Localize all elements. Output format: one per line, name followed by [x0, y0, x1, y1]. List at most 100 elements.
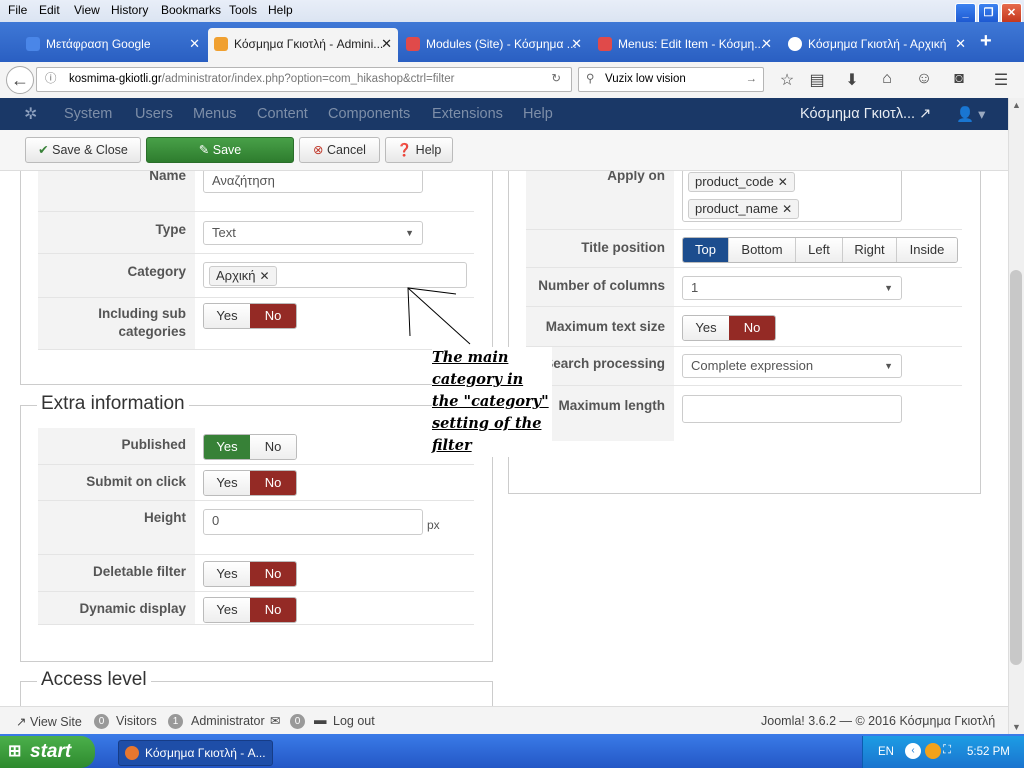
no-option[interactable]: No: [250, 304, 296, 328]
taskbar-item-firefox[interactable]: Κόσμημα Γκιοτλή - A...: [118, 740, 273, 766]
search-processing-select[interactable]: Complete expression ▼: [682, 354, 902, 378]
yes-option[interactable]: Yes: [204, 435, 250, 459]
no-option[interactable]: No: [250, 562, 296, 586]
maximize-icon[interactable]: ❐: [978, 3, 999, 24]
tab-admin[interactable]: Κόσμημα Γκιοτλή - Admini... ✕: [208, 28, 398, 62]
nav-system[interactable]: System: [64, 106, 112, 122]
dynamic-toggle[interactable]: Yes No: [203, 597, 297, 623]
type-select[interactable]: Text ▼: [203, 221, 423, 245]
menu-history[interactable]: History: [111, 3, 148, 17]
menu-tools[interactable]: Tools: [229, 3, 257, 17]
tab-close-icon[interactable]: ✕: [955, 30, 966, 58]
no-option[interactable]: No: [729, 316, 775, 340]
scroll-down-icon[interactable]: ▼: [1012, 722, 1021, 732]
menu-view[interactable]: View: [74, 3, 100, 17]
name-input[interactable]: Αναζήτηση: [203, 171, 423, 193]
reload-icon[interactable]: ↻: [551, 68, 561, 91]
search-go-icon[interactable]: →: [746, 68, 758, 91]
position-inside[interactable]: Inside: [897, 238, 957, 262]
tab-home[interactable]: Κόσμημα Γκιοτλή - Αρχική ✕: [782, 30, 972, 60]
tab-bar: Μετάφραση Google ✕ Κόσμημα Γκιοτλή - Adm…: [0, 22, 1024, 62]
deletable-toggle[interactable]: Yes No: [203, 561, 297, 587]
max-text-size-toggle[interactable]: Yes No: [682, 315, 776, 341]
mail-icon[interactable]: ✉: [270, 713, 280, 728]
yes-option[interactable]: Yes: [683, 316, 729, 340]
no-option[interactable]: No: [250, 471, 296, 495]
nav-components[interactable]: Components: [328, 106, 410, 122]
save-button[interactable]: ✎ Save: [146, 137, 294, 163]
chat-icon[interactable]: ☺: [913, 70, 935, 88]
tray-app-icon[interactable]: [925, 743, 941, 759]
yes-option[interactable]: Yes: [204, 562, 250, 586]
remove-tag-icon[interactable]: ✕: [260, 269, 270, 283]
position-bottom[interactable]: Bottom: [729, 238, 796, 262]
yes-option[interactable]: Yes: [204, 304, 250, 328]
bookmark-star-icon[interactable]: ☆: [776, 70, 798, 90]
yes-option[interactable]: Yes: [204, 471, 250, 495]
clock[interactable]: 5:52 PM: [967, 746, 1010, 758]
title-position-selector[interactable]: Top Bottom Left Right Inside: [682, 237, 958, 263]
including-sub-toggle[interactable]: Yes No: [203, 303, 297, 329]
back-icon[interactable]: ←: [6, 66, 34, 94]
close-window-icon[interactable]: ✕: [1001, 3, 1022, 24]
start-button[interactable]: ⊞ start: [0, 736, 95, 768]
administrator-label[interactable]: Administrator: [191, 714, 265, 728]
reading-list-icon[interactable]: ▤: [806, 70, 828, 90]
view-site-link[interactable]: ↗ View Site: [16, 714, 82, 729]
home-icon[interactable]: ⌂: [876, 70, 898, 88]
yes-option[interactable]: Yes: [204, 598, 250, 622]
download-icon[interactable]: ⬇: [841, 70, 863, 90]
logout-link[interactable]: Log out: [333, 714, 375, 728]
tab-menus[interactable]: Menus: Edit Item - Κόσμη... ✕: [592, 30, 778, 60]
language-indicator[interactable]: EN: [878, 746, 894, 758]
tab-close-icon[interactable]: ✕: [571, 30, 582, 58]
tab-modules[interactable]: Modules (Site) - Κόσμημα ... ✕: [400, 30, 588, 60]
pocket-icon[interactable]: ◙: [948, 70, 970, 88]
network-icon[interactable]: ⛶: [943, 744, 951, 757]
position-left[interactable]: Left: [796, 238, 843, 262]
menu-file[interactable]: File: [8, 3, 27, 17]
nav-users[interactable]: Users: [135, 106, 173, 122]
tab-close-icon[interactable]: ✕: [761, 30, 772, 58]
position-right[interactable]: Right: [843, 238, 897, 262]
tab-close-icon[interactable]: ✕: [381, 28, 392, 60]
nav-extensions[interactable]: Extensions: [432, 106, 503, 122]
info-icon[interactable]: ⓘ: [45, 68, 57, 91]
name-label: Name: [149, 171, 186, 183]
save-close-button[interactable]: ✔ Save & Close: [25, 137, 141, 163]
user-menu-icon[interactable]: 👤 ▾: [956, 106, 985, 123]
hamburger-menu-icon[interactable]: ☰: [990, 70, 1012, 90]
new-tab-icon[interactable]: +: [980, 30, 992, 53]
tab-google-translate[interactable]: Μετάφραση Google ✕: [20, 30, 206, 60]
num-columns-select[interactable]: 1 ▼: [682, 276, 902, 300]
url-bar[interactable]: ⓘ kosmima-gkiotli.gr/administrator/index…: [36, 67, 572, 92]
max-length-input[interactable]: [682, 395, 902, 423]
visitors-label[interactable]: Visitors: [116, 714, 157, 728]
minimize-icon[interactable]: _: [955, 3, 976, 24]
nav-content[interactable]: Content: [257, 106, 308, 122]
remove-tag-icon[interactable]: ✕: [782, 202, 792, 216]
height-input[interactable]: 0: [203, 509, 423, 535]
cancel-button[interactable]: ⊗ Cancel: [299, 137, 380, 163]
remove-tag-icon[interactable]: ✕: [778, 175, 788, 189]
search-input[interactable]: ⚲ Vuzix low vision →: [578, 67, 764, 92]
menu-help[interactable]: Help: [268, 3, 293, 17]
apply-tag-product-name: product_name ✕: [688, 199, 800, 219]
position-top[interactable]: Top: [683, 238, 729, 262]
help-button[interactable]: ❓ Help: [385, 137, 453, 163]
tray-chevron-icon[interactable]: ‹: [905, 743, 921, 759]
site-name-link[interactable]: Κόσμημα Γκιοτλ... ↗: [800, 106, 931, 122]
joomla-logo-icon[interactable]: ✲: [24, 104, 37, 124]
num-columns-label: Number of columns: [538, 278, 665, 293]
scrollbar-thumb[interactable]: [1010, 270, 1022, 665]
no-option[interactable]: No: [250, 435, 296, 459]
menu-edit[interactable]: Edit: [39, 3, 60, 17]
tab-close-icon[interactable]: ✕: [189, 30, 200, 58]
scroll-up-icon[interactable]: ▲: [1012, 100, 1021, 110]
nav-help[interactable]: Help: [523, 106, 553, 122]
submit-on-click-toggle[interactable]: Yes No: [203, 470, 297, 496]
menu-bookmarks[interactable]: Bookmarks: [161, 3, 221, 17]
nav-menus[interactable]: Menus: [193, 106, 237, 122]
no-option[interactable]: No: [250, 598, 296, 622]
published-toggle[interactable]: Yes No: [203, 434, 297, 460]
